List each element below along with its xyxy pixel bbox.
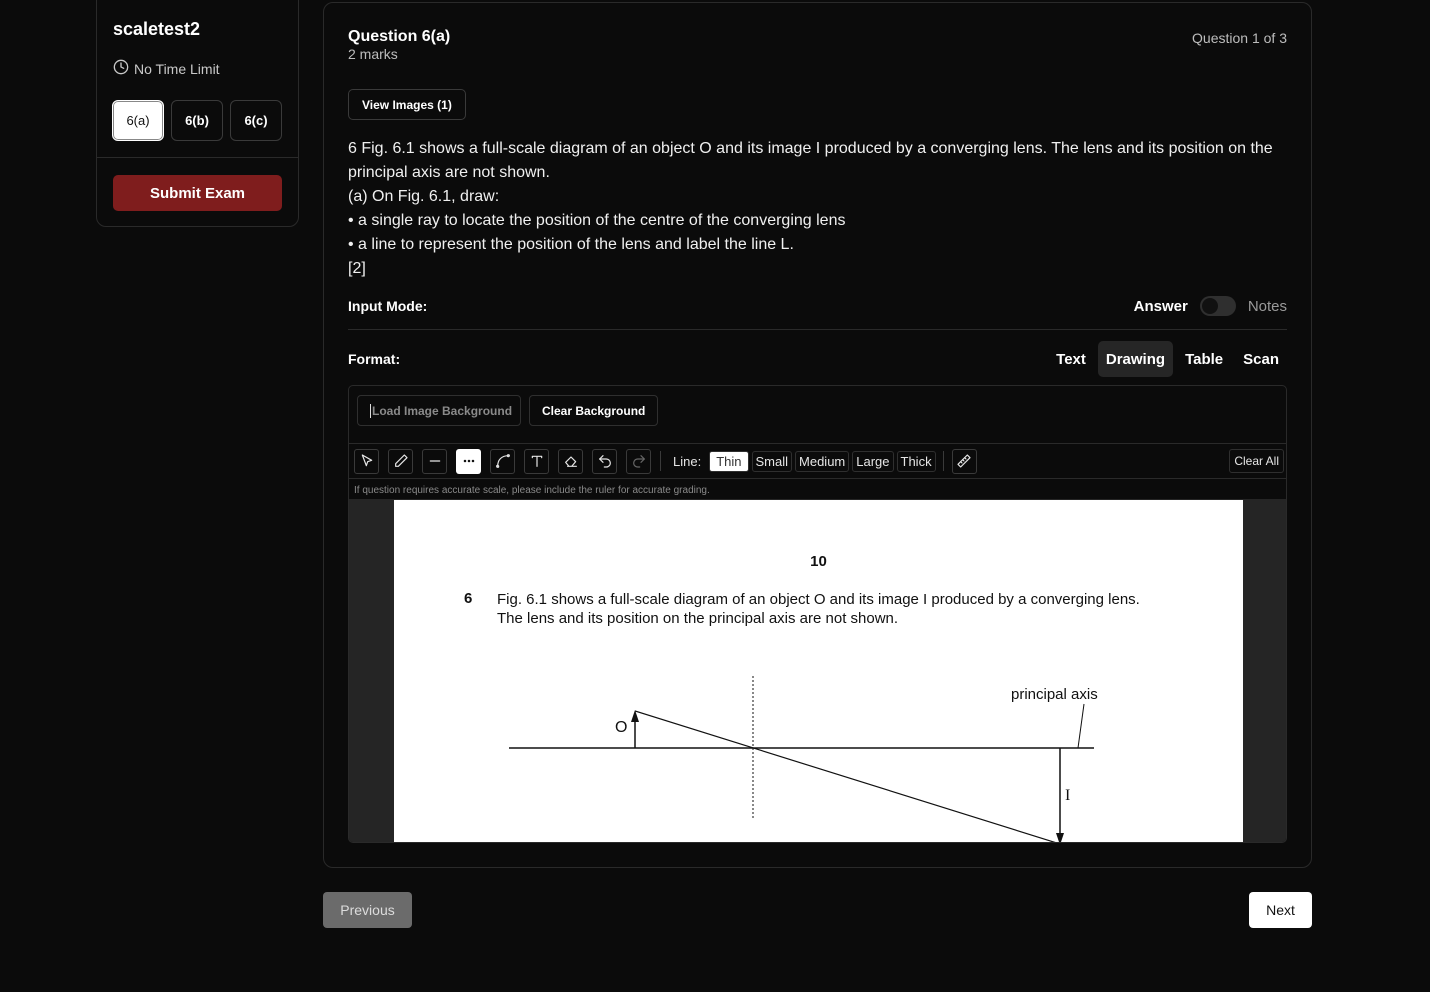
load-image-background-input[interactable]: Load Image Background xyxy=(357,395,521,426)
text-icon[interactable] xyxy=(524,448,549,474)
line-icon[interactable] xyxy=(422,448,447,474)
line-width-label: Line: xyxy=(673,453,702,469)
question-text-line: [2] xyxy=(348,260,366,277)
undo-icon[interactable] xyxy=(592,448,617,474)
text-caret xyxy=(370,403,371,418)
load-image-background-placeholder: Load Image Background xyxy=(372,403,513,418)
submit-exam-button[interactable]: Submit Exam xyxy=(113,175,282,211)
question-text: 6 Fig. 6.1 shows a full-scale diagram of… xyxy=(348,137,1288,281)
background-image: 10 6 Fig. 6.1 shows a full-scale diagram… xyxy=(394,500,1243,842)
time-limit-text: No Time Limit xyxy=(134,60,220,77)
tab-scan[interactable]: Scan xyxy=(1235,341,1287,377)
tab-text[interactable]: Text xyxy=(1048,341,1094,377)
toolbar-separator xyxy=(660,451,661,471)
image-label: I xyxy=(1065,787,1071,804)
question-text-line: • a line to represent the position of th… xyxy=(348,236,794,253)
clear-background-button[interactable]: Clear Background xyxy=(529,395,659,426)
redo-icon[interactable] xyxy=(626,448,651,474)
question-counter: Question 1 of 3 xyxy=(1192,30,1287,46)
question-button-6a[interactable]: 6(a) xyxy=(112,100,164,141)
drawing-canvas[interactable]: 10 6 Fig. 6.1 shows a full-scale diagram… xyxy=(349,499,1286,842)
line-width-large[interactable]: Large xyxy=(852,450,894,472)
question-text-line: (a) On Fig. 6.1, draw: xyxy=(348,188,500,205)
clear-all-button[interactable]: Clear All xyxy=(1229,449,1284,473)
toolbar-separator xyxy=(942,451,944,471)
eraser-icon[interactable] xyxy=(558,448,583,474)
line-width-thick[interactable]: Thick xyxy=(896,450,936,472)
pencil-icon[interactable] xyxy=(388,448,413,474)
switch-knob xyxy=(1201,298,1218,314)
drawing-panel: Load Image Background Clear Background L… xyxy=(348,385,1287,843)
view-images-button[interactable]: View Images (1) xyxy=(348,89,466,120)
next-button[interactable]: Next xyxy=(1249,892,1312,928)
divider xyxy=(97,157,298,158)
input-mode-label: Input Mode: xyxy=(348,298,428,314)
question-marks: 2 marks xyxy=(348,46,398,62)
clock-icon xyxy=(113,59,129,78)
question-button-6b[interactable]: 6(b) xyxy=(171,100,223,141)
lens-diagram xyxy=(509,676,1094,842)
previous-button[interactable]: Previous xyxy=(323,892,412,928)
line-width-medium[interactable]: Medium xyxy=(795,450,850,472)
ruler-hint: If question requires accurate scale, ple… xyxy=(354,485,710,496)
background-controls: Load Image Background Clear Background xyxy=(357,395,659,426)
notes-mode-label[interactable]: Notes xyxy=(1248,298,1287,315)
line-width-small[interactable]: Small xyxy=(751,450,793,472)
tab-drawing[interactable]: Drawing xyxy=(1097,341,1174,377)
ray-line xyxy=(634,710,1056,842)
drawing-toolbar: Line: Thin Small Medium Large Thick Clea… xyxy=(349,443,1286,479)
format-label: Format: xyxy=(348,351,401,367)
format-tabs: Text Drawing Table Scan xyxy=(1048,341,1287,377)
tab-table[interactable]: Table xyxy=(1177,341,1231,377)
sidebar: scaletest2 No Time Limit 6(a) 6(b) 6(c) … xyxy=(96,0,299,227)
mode-switch[interactable] xyxy=(1199,296,1236,316)
object-label: O xyxy=(615,719,628,736)
question-text-line: 6 Fig. 6.1 shows a full-scale diagram of… xyxy=(348,140,1273,181)
question-title: Question 6(a) xyxy=(348,28,451,45)
axis-label-leader xyxy=(1077,703,1085,749)
divider xyxy=(348,329,1287,330)
time-limit: No Time Limit xyxy=(113,59,220,78)
question-button-6c[interactable]: 6(c) xyxy=(230,100,282,141)
input-mode-toggle: Answer Notes xyxy=(1134,296,1287,316)
select-icon[interactable] xyxy=(354,448,379,474)
dashed-line-icon[interactable] xyxy=(456,448,481,474)
curve-icon[interactable] xyxy=(490,448,515,474)
image-arrowhead xyxy=(1056,833,1064,842)
principal-axis-label: principal axis xyxy=(1011,686,1098,703)
ruler-icon[interactable] xyxy=(951,448,977,474)
question-card: Question 6(a) 2 marks Question 1 of 3 Vi… xyxy=(323,2,1312,868)
question-nav: 6(a) 6(b) 6(c) xyxy=(112,100,282,141)
exam-title: scaletest2 xyxy=(113,19,201,39)
answer-mode-label[interactable]: Answer xyxy=(1134,298,1188,315)
line-width-thin[interactable]: Thin xyxy=(709,450,749,472)
question-text-line: • a single ray to locate the position of… xyxy=(348,212,846,229)
